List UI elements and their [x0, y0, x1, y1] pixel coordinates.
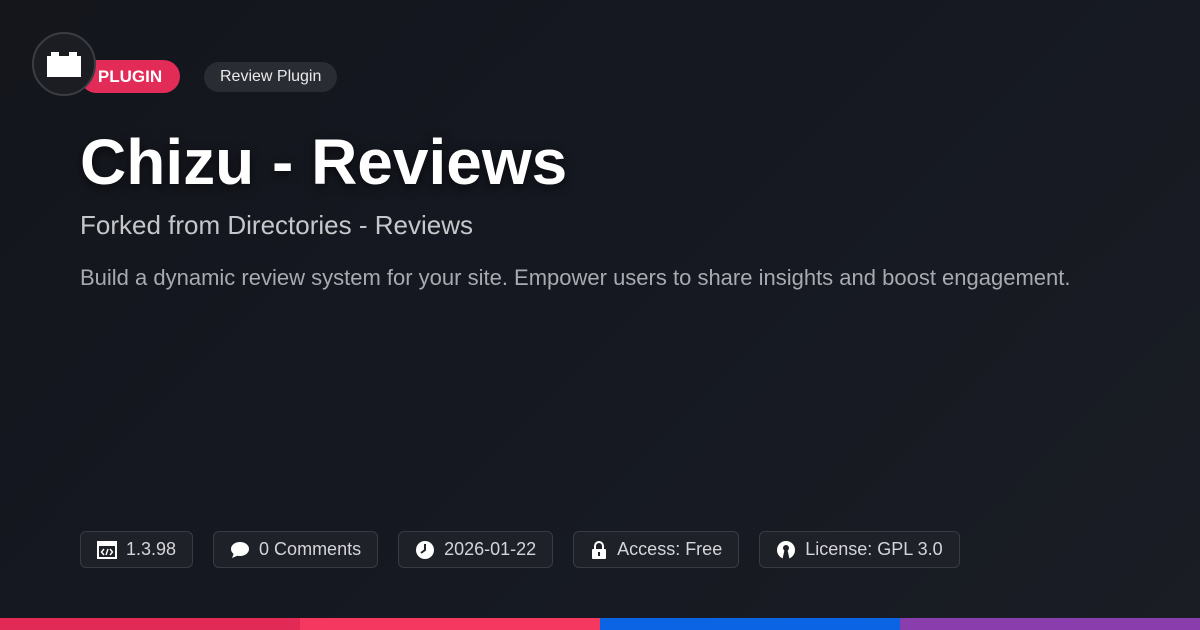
- page-title: Chizu - Reviews: [80, 126, 568, 198]
- code-window-icon: [97, 540, 117, 559]
- version-text: 1.3.98: [126, 539, 177, 559]
- version-pill: 1.3.98: [80, 531, 194, 568]
- access-pill: Access: Free: [573, 531, 740, 568]
- page-description: Build a dynamic review system for your s…: [80, 265, 1071, 290]
- stripe-2: [300, 618, 600, 630]
- page-subtitle: Forked from Directories - Reviews: [80, 210, 473, 240]
- date-pill: 2026-01-22: [398, 531, 554, 568]
- license-text: License: GPL 3.0: [805, 539, 943, 559]
- comment-bubble-icon: [230, 541, 250, 559]
- license-pill: License: GPL 3.0: [759, 531, 960, 568]
- date-text: 2026-01-22: [444, 539, 537, 559]
- stripe-1: [0, 618, 300, 630]
- open-source-icon: [776, 540, 796, 560]
- color-stripes: [0, 618, 1200, 630]
- comments-text: 0 Comments: [259, 539, 362, 559]
- lock-icon: [590, 540, 608, 560]
- comments-pill[interactable]: 0 Comments: [213, 531, 379, 568]
- block-icon: [47, 52, 81, 77]
- stripe-3: [600, 618, 900, 630]
- clock-icon: [415, 540, 435, 560]
- type-badge[interactable]: Review Plugin: [204, 62, 338, 92]
- stripe-4: [900, 618, 1200, 630]
- site-logo[interactable]: [32, 32, 96, 96]
- meta-bar: 1.3.98 0 Comments 2026-01-22 Access: Fre…: [80, 531, 960, 568]
- access-text: Access: Free: [617, 539, 723, 559]
